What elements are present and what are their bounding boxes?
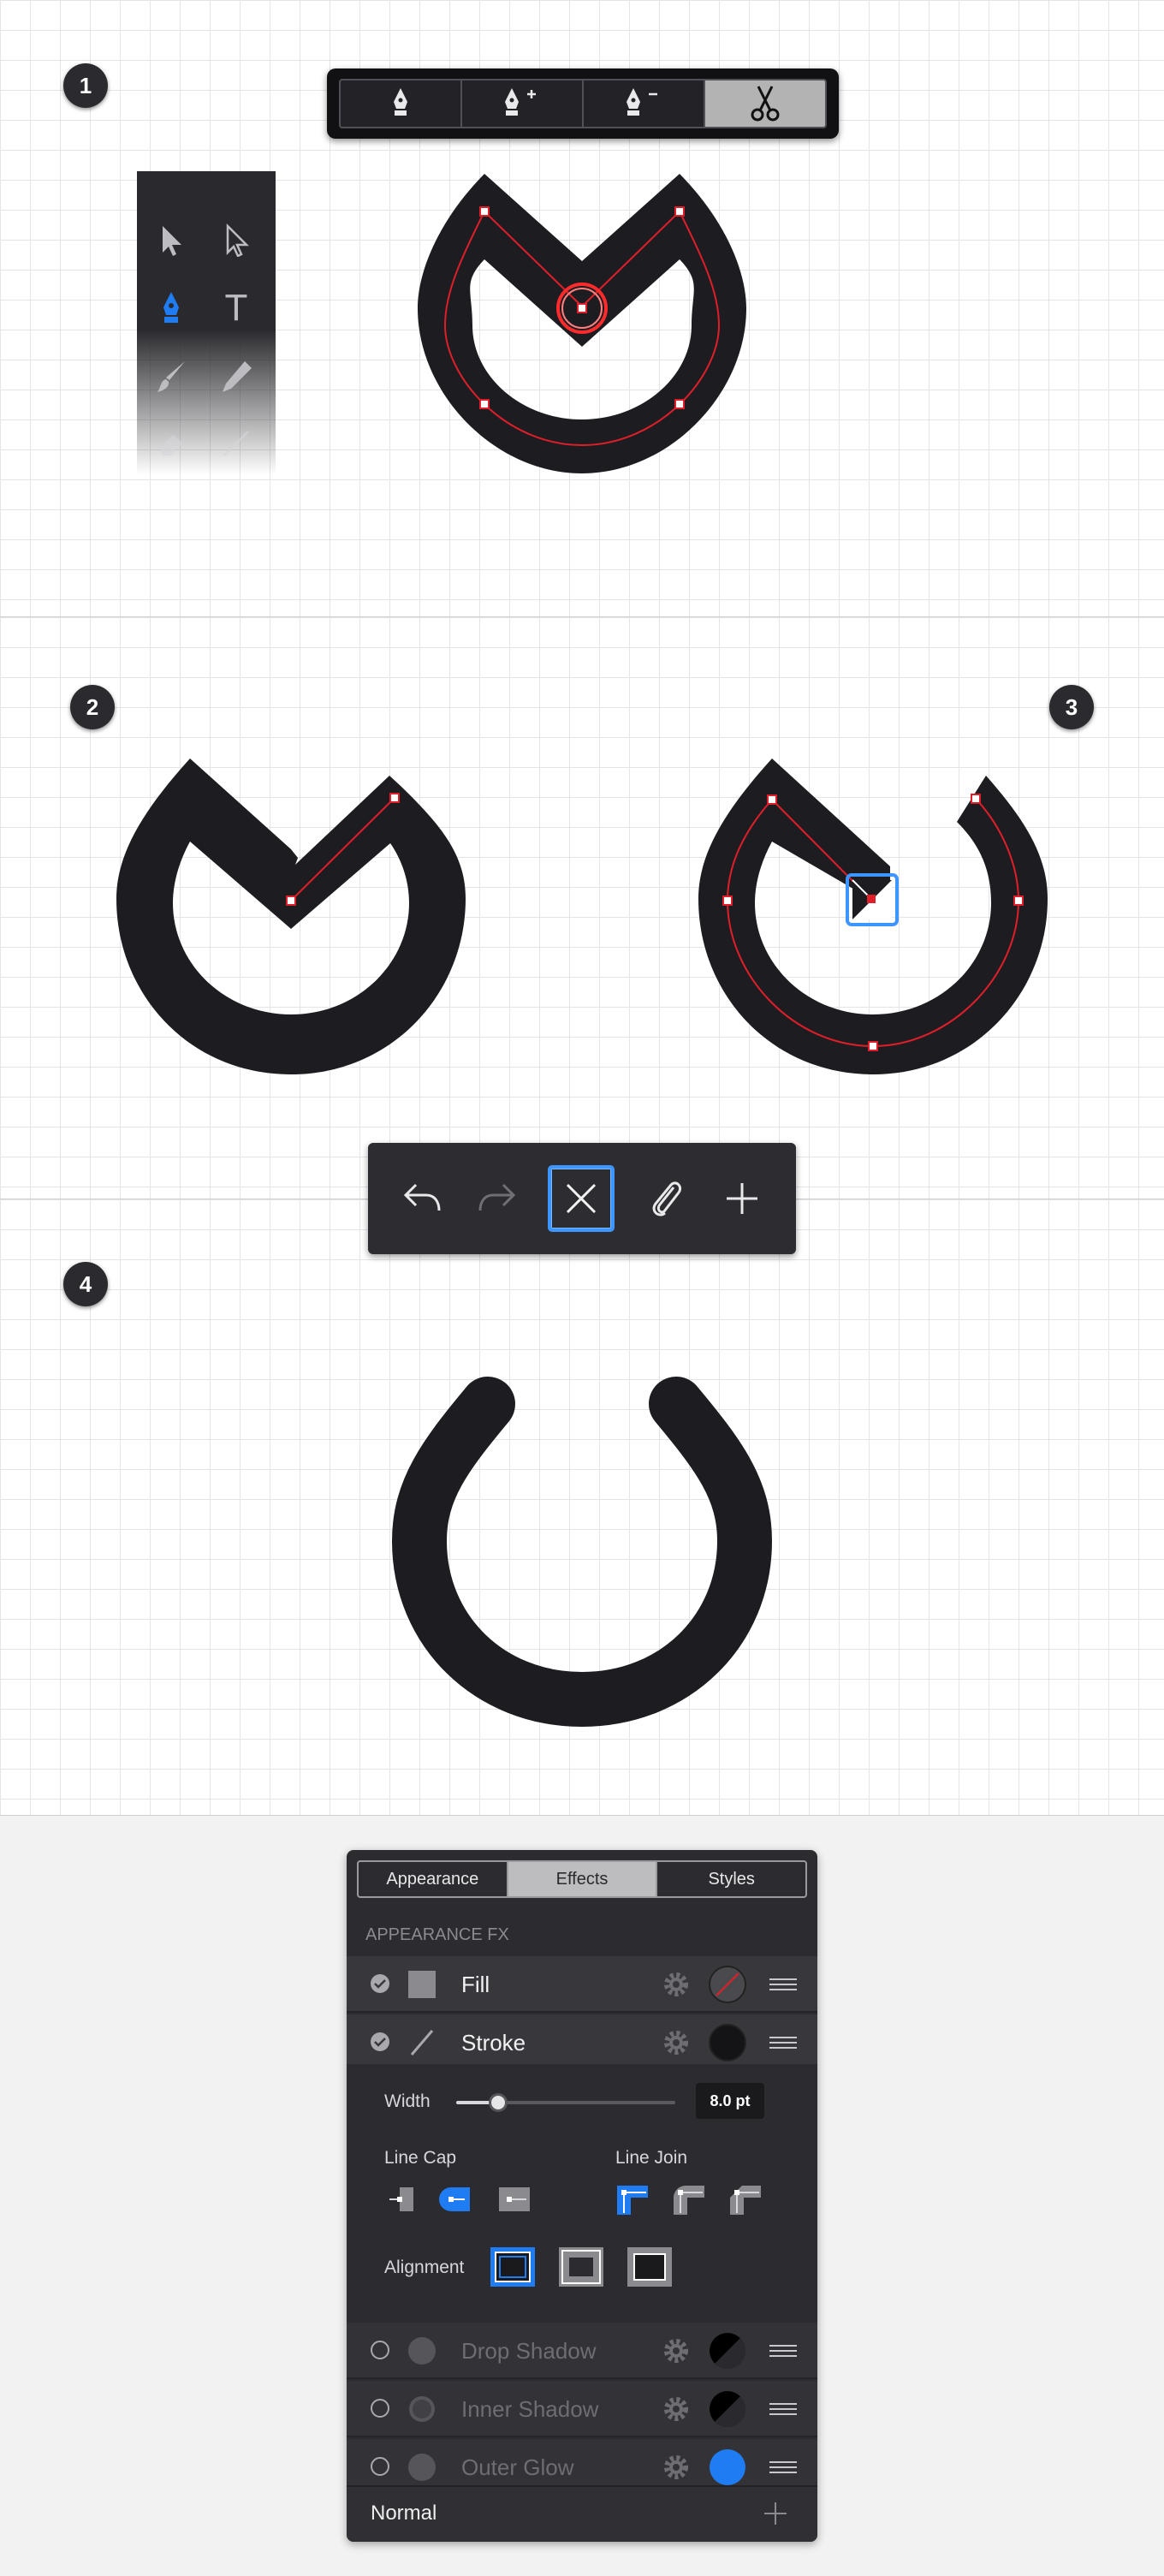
align-outside-button[interactable] [626,2246,674,2288]
checkmark-icon[interactable] [370,1973,390,1994]
gear-icon[interactable] [662,2395,691,2424]
section-header: APPEARANCE FX [365,1925,509,1944]
panel-tabs: Appearance Effects Styles [357,1860,807,1898]
drag-handle-icon[interactable] [768,2035,799,2050]
bevel-join-button[interactable] [728,2182,763,2216]
unchecked-circle-icon[interactable] [370,2340,390,2360]
redo-icon [478,1183,516,1211]
drop-shadow-label: Drop Shadow [461,2338,597,2364]
width-label: Width [384,2091,431,2111]
artwork-layer [116,174,1048,1728]
unchecked-circle-icon[interactable] [370,2398,390,2418]
outer-glow-swatch[interactable] [708,2448,747,2487]
square-cap-button[interactable] [497,2182,532,2216]
miter-join-button[interactable] [615,2182,650,2216]
close-path-button[interactable] [548,1165,615,1232]
inner-shadow-row[interactable]: Inner Shadow [347,2381,817,2437]
stroke-swatch[interactable] [708,2023,747,2062]
line-cap-label: Line Cap [384,2148,457,2168]
undo-icon [403,1183,441,1211]
selected-anchor[interactable] [577,303,587,313]
drop-shadow-swatch[interactable] [708,2331,747,2371]
fill-swatch-none[interactable] [708,1965,747,2004]
attach-icon [652,1181,682,1217]
drag-handle-icon[interactable] [768,1977,799,1992]
drag-handle-icon[interactable] [768,2460,799,2475]
round-cap-button[interactable] [439,2182,473,2216]
fill-label: Fill [461,1972,490,1997]
tab-styles[interactable]: Styles [657,1862,805,1896]
gear-icon[interactable] [662,2453,691,2482]
close-icon [566,1183,597,1214]
split-shape-2[interactable] [116,759,466,1074]
add-effect-icon[interactable] [763,2501,788,2526]
drop-shadow-row[interactable]: Drop Shadow [347,2323,817,2379]
unchecked-circle-icon[interactable] [370,2456,390,2477]
alignment-label: Alignment [384,2258,465,2277]
redo-button[interactable] [464,1165,531,1232]
selected-corner-handle[interactable] [846,873,899,926]
attach-button[interactable] [633,1165,700,1232]
checkmark-icon[interactable] [370,2032,390,2052]
appearance-panel: Appearance Effects Styles APPEARANCE FX … [347,1850,817,2542]
blend-mode-selector[interactable]: Normal [371,2487,436,2540]
inner-shadow-thumbnail [409,2396,435,2422]
width-slider-knob[interactable] [489,2093,508,2112]
round-join-button[interactable] [672,2182,706,2216]
inner-shadow-label: Inner Shadow [461,2396,599,2422]
action-toolbar [368,1143,796,1254]
stroke-row[interactable]: Stroke [347,2014,817,2071]
add-icon [727,1183,757,1214]
line-join-label: Line Join [615,2148,688,2168]
gear-icon[interactable] [662,2336,691,2365]
width-value-field[interactable]: 8.0 pt [696,2083,764,2119]
width-slider[interactable] [456,2093,675,2112]
gear-icon[interactable] [662,2028,691,2057]
horseshoe-shape-4[interactable] [391,1377,773,1728]
tab-appearance[interactable]: Appearance [359,1862,508,1896]
inner-shadow-swatch[interactable] [708,2389,747,2429]
fill-thumbnail [408,1971,436,1998]
align-center-button[interactable] [557,2246,605,2288]
m-shape-1[interactable] [418,174,746,473]
panel-footer: Normal [347,2485,817,2542]
drop-shadow-thumbnail [408,2337,436,2365]
add-button[interactable] [709,1165,775,1232]
gear-icon[interactable] [662,1970,691,1999]
tab-effects[interactable]: Effects [508,1862,658,1896]
undo-button[interactable] [389,1165,455,1232]
drag-handle-icon[interactable] [768,2343,799,2359]
align-inside-button[interactable] [489,2246,537,2288]
section-divider [0,1815,1164,1816]
butt-cap-button[interactable] [386,2182,420,2216]
stroke-thumbnail [410,2030,434,2055]
fill-row[interactable]: Fill [347,1956,817,2013]
stroke-options: Width 8.0 pt Line Cap Line Join Alignmen… [347,2064,817,2321]
outer-glow-thumbnail [408,2454,436,2481]
drag-handle-icon[interactable] [768,2401,799,2417]
stroke-label: Stroke [461,2030,526,2055]
